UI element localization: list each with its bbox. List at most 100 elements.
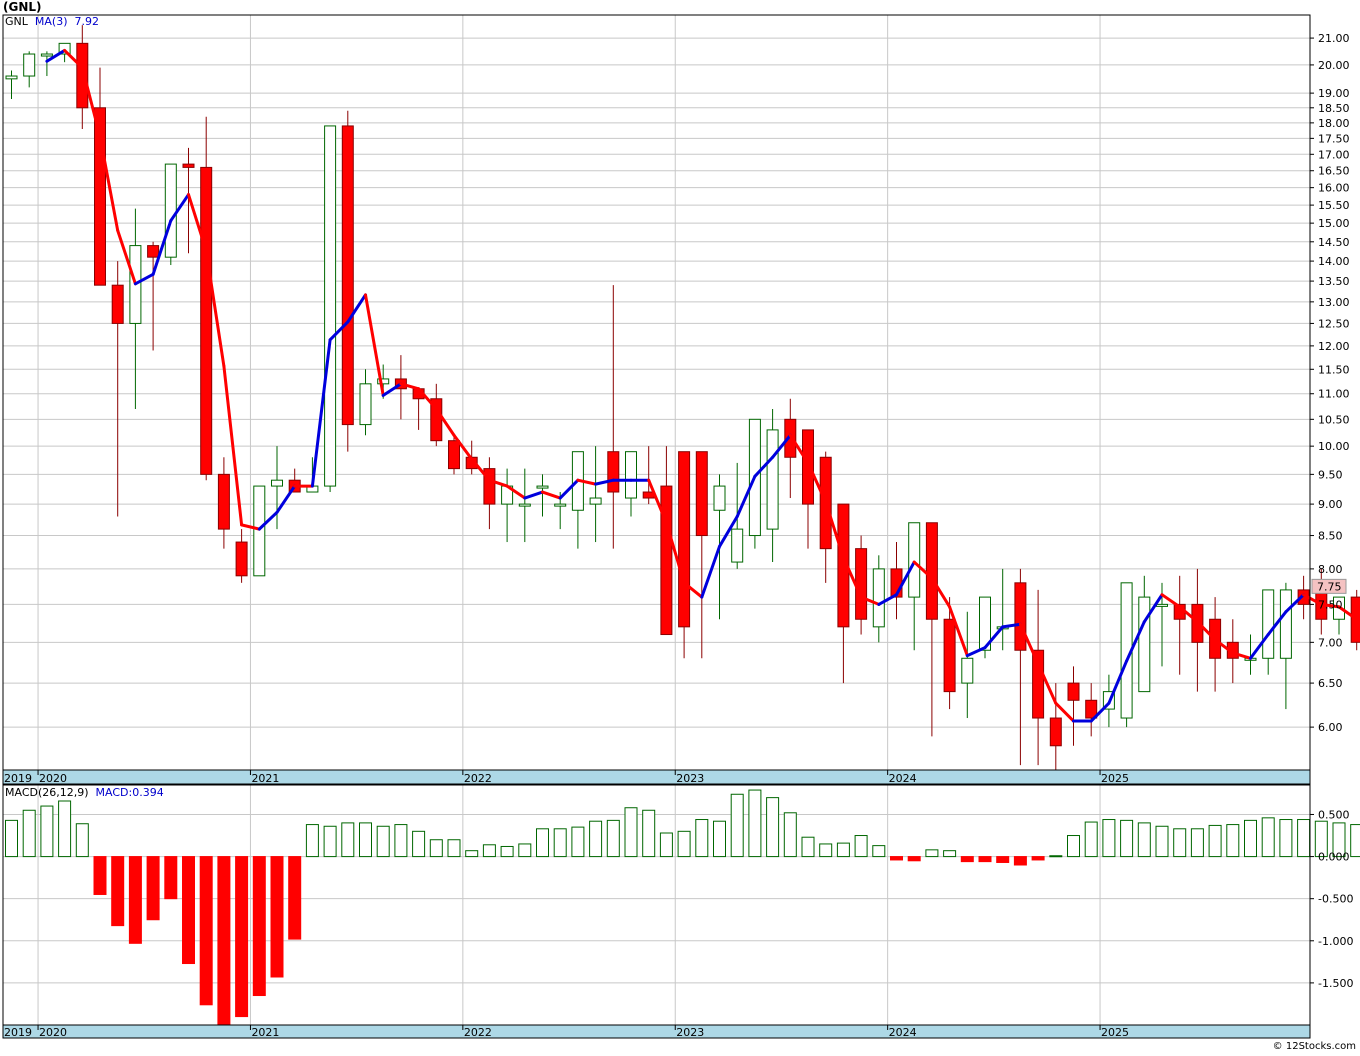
ma-segment [965,646,987,658]
price-y-tick-label: 12.00 [1318,340,1350,353]
price-x-tick-label: 2021 [251,772,279,785]
price-y-tick-label: 7.00 [1318,636,1343,649]
candle-up [253,485,266,577]
candle-down [925,522,938,620]
macd-bar-positive [1120,819,1134,858]
macd-bar-negative [182,856,195,965]
last-price-flag-text: 7.75 [1317,580,1342,593]
chart-canvas: 21.00 20.00 19.00 18.50 18.00 17.50 17.00 16.50… [2,14,1360,1039]
macd-bar-positive [1049,855,1063,858]
chart-title: (GNL) [3,0,42,14]
macd-bar-positive [624,807,638,858]
macd-bar-positive [447,839,461,858]
macd-bar-positive [553,828,567,858]
macd-bar-positive [695,819,709,858]
moving-average-line [45,48,1360,723]
macd-bar-positive [872,845,886,858]
price-y-tick-label: 6.50 [1318,677,1343,690]
macd-bar-positive [925,849,939,858]
candle-up [1262,589,1275,659]
candle-up [554,503,567,507]
price-y-tick-label: 16.50 [1318,165,1350,178]
macd-x-tick-label: 2023 [676,1026,704,1039]
price-y-tick-label: 11.50 [1318,363,1350,376]
macd-x-tick-label: 2021 [251,1026,279,1039]
candle-up [766,429,779,530]
price-y-tick-label: 8.50 [1318,530,1343,543]
macd-bar-positive [783,812,797,858]
macd-bar-positive [412,830,426,858]
ma-segment [523,490,544,500]
macd-bar-negative [199,856,213,1006]
candle-up [961,657,974,684]
macd-bar-negative [270,856,284,978]
candle-up [713,485,726,511]
macd-bar-positive [1173,828,1187,858]
price-y-tick-label: 17.50 [1318,132,1350,145]
candle-up [872,568,885,628]
price-y-tick-label: 19.00 [1318,87,1350,100]
candle-down [1067,682,1080,701]
candle-up [731,528,744,563]
macd-bar-negative [217,856,231,1030]
macd-bar-positive [1190,828,1204,858]
price-y-tick-label: 13.50 [1318,275,1350,288]
macd-bar-positive [1279,819,1293,858]
macd-bar-positive [642,809,656,858]
macd-bar-positive [1226,824,1240,858]
candle-up [536,485,549,489]
macd-bar-positive [429,839,443,858]
macd-bar-positive [5,819,18,858]
candle-down [678,451,691,628]
price-y-tick-label: 15.50 [1318,199,1350,212]
candle-down [607,451,620,493]
macd-bar-positive [518,843,532,858]
macd-bar-negative [128,856,142,944]
price-y-tick-label: 13.00 [1318,296,1350,309]
macd-bar-positive [943,850,957,858]
candle-up [5,75,18,80]
macd-bar-positive [1350,824,1360,858]
candle-down [802,429,814,505]
macd-bar-positive [536,828,549,858]
macd-bar-positive [465,850,479,858]
macd-bar-negative [252,856,266,997]
macd-bar-positive [500,845,514,858]
price-y-tick-label: 11.00 [1318,388,1350,401]
candle-down [76,42,89,109]
macd-y-tick-label: -1.000 [1318,935,1353,948]
price-y-tick-label: 15.00 [1318,217,1350,230]
price-gridlines [3,15,1310,770]
ma-segment [364,293,385,397]
macd-bar-negative [890,856,903,861]
ma-value: 7.92 [74,15,100,28]
macd-bar-positive [1137,822,1151,858]
macd-bar-positive [730,793,744,858]
price-x-tick-label: 2022 [464,772,492,785]
macd-legend: MACD(26,12,9) MACD:0.394 [5,786,164,799]
price-y-tick-label: 9.50 [1318,468,1343,481]
price-y-axis: 21.00 20.00 19.00 18.50 18.00 17.50 17.00 16.50… [1310,32,1350,734]
price-y-tick-label: 16.00 [1318,182,1350,195]
price-y-tick-label: 12.50 [1318,317,1350,330]
macd-bar-positive [482,844,496,858]
candle-down [855,548,868,620]
macd-bar-positive [1155,825,1169,858]
last-price-flag: 7.75 [1311,578,1347,594]
ma-segment [700,544,721,599]
ma-label: MA(3) [34,15,68,28]
series-legend: GNL MA(3) 7.92 [5,15,99,28]
candle-down [217,473,230,530]
price-x-axis-band: 2019 2020 2021 2022 2023 2024 2025 [2,769,1311,785]
candle-up [164,163,177,258]
macd-bar-positive [1261,817,1275,858]
macd-bar-negative [93,856,107,895]
macd-bar-negative [960,856,974,863]
macd-bar-positive [1208,824,1222,858]
macd-y-tick-label: 0.500 [1318,808,1350,821]
macd-y-tick-label: 0.000 [1318,851,1350,864]
candle-down [943,618,956,693]
macd-histogram [5,789,1360,1030]
ma-segment [275,484,297,514]
candle-down [147,245,160,258]
